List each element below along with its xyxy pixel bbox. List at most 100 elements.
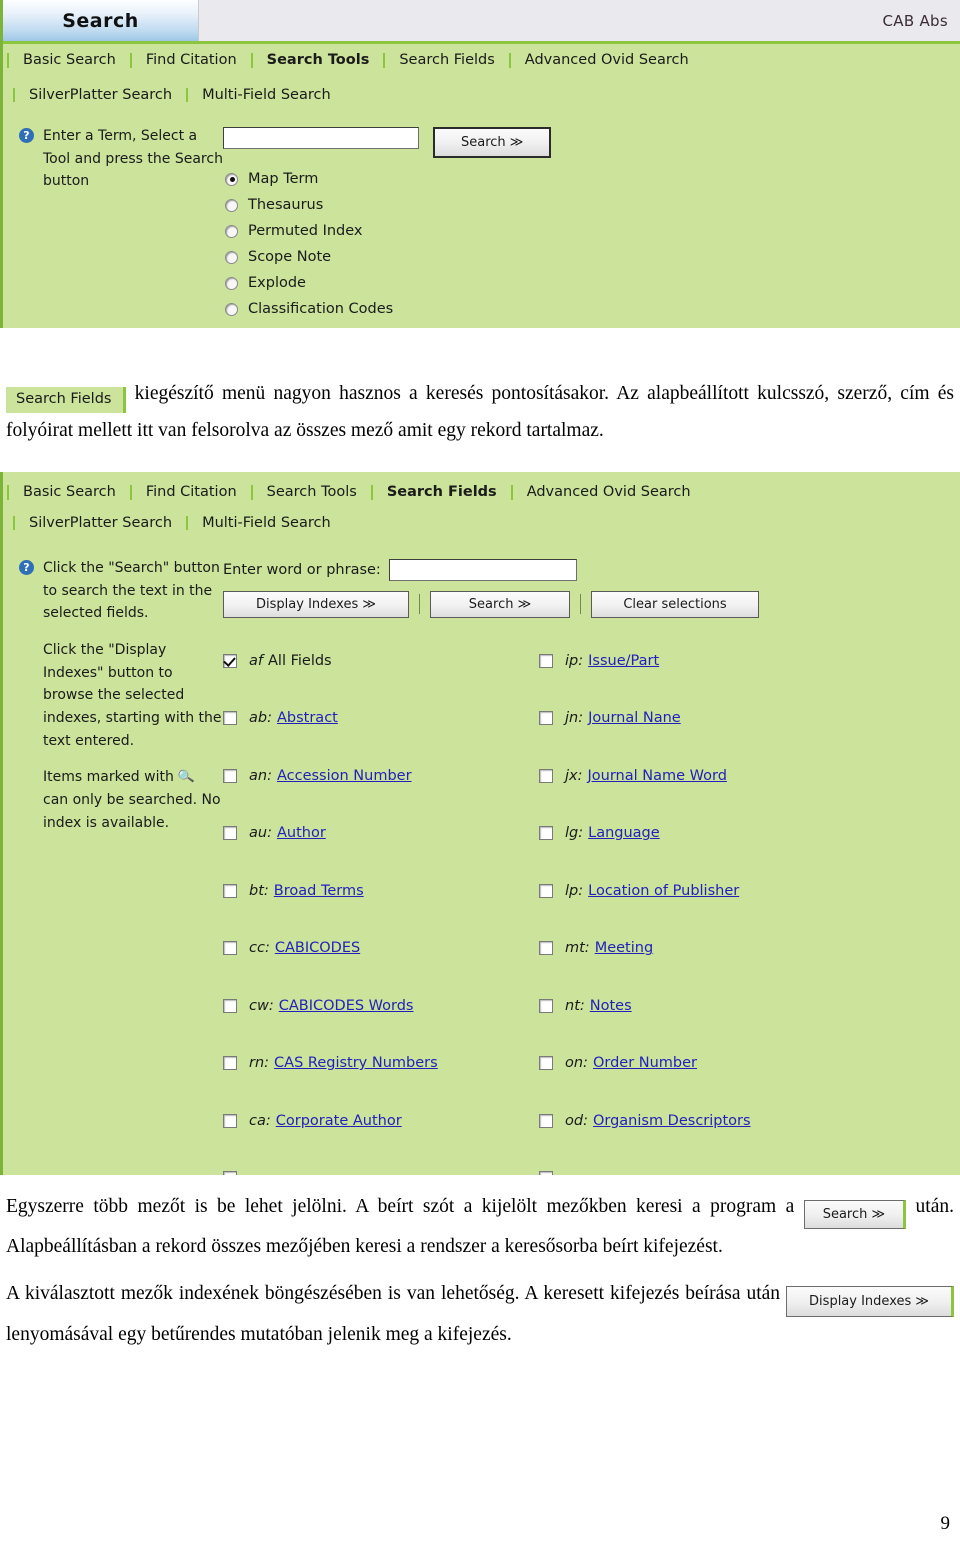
field-link-notes[interactable]: Notes bbox=[590, 998, 632, 1014]
field-link-cabicodes-words[interactable]: CABICODES Words bbox=[279, 998, 414, 1014]
checkbox-au[interactable] bbox=[223, 826, 237, 841]
checkbox-clipped-left[interactable] bbox=[223, 1171, 237, 1175]
s1-tab-multi-field-search[interactable]: Multi-Field Search bbox=[188, 88, 345, 103]
field-row-clipped-right[interactable] bbox=[539, 1149, 960, 1175]
checkbox-od[interactable] bbox=[539, 1113, 553, 1128]
s2-help-p3-after: can only be searched. No index is availa… bbox=[43, 792, 221, 831]
s2-search-button[interactable]: Search ≫ bbox=[430, 590, 570, 618]
s1-help-text-block: ? Enter a Term, Select a Tool and press … bbox=[15, 125, 223, 322]
field-link-cabicodes[interactable]: CABICODES bbox=[275, 940, 360, 956]
field-row-af[interactable]: af All Fields bbox=[223, 632, 539, 690]
window-tab-search[interactable]: Search bbox=[3, 0, 199, 41]
field-row-ca[interactable]: ca: Corporate Author bbox=[223, 1092, 539, 1150]
field-link-cas-registry-numbers[interactable]: CAS Registry Numbers bbox=[274, 1055, 438, 1071]
radio-indicator-on[interactable] bbox=[225, 172, 238, 186]
radio-indicator-off[interactable] bbox=[225, 224, 238, 238]
checkbox-jx[interactable] bbox=[539, 768, 553, 783]
field-row-an[interactable]: an: Accession Number bbox=[223, 747, 539, 805]
s2-tab-advanced-ovid-search[interactable]: Advanced Ovid Search bbox=[513, 485, 705, 500]
field-row-jn[interactable]: jn: Journal Nane bbox=[539, 689, 960, 747]
field-row-ip[interactable]: ip: Issue/Part bbox=[539, 632, 960, 690]
s2-help-paragraph-3: Items marked with 🔍 can only be searched… bbox=[43, 766, 223, 834]
field-link-location-of-publisher[interactable]: Location of Publisher bbox=[588, 883, 739, 899]
inline-button-search: Search ≫ bbox=[803, 1199, 907, 1229]
s1-tab-search-fields[interactable]: Search Fields bbox=[385, 53, 511, 68]
field-row-lg[interactable]: lg: Language bbox=[539, 804, 960, 862]
s2-tab-silverplatter-search[interactable]: SilverPlatter Search bbox=[13, 516, 189, 531]
field-row-on[interactable]: on: Order Number bbox=[539, 1034, 960, 1092]
checkbox-jn[interactable] bbox=[539, 711, 553, 726]
field-row-od[interactable]: od: Organism Descriptors bbox=[539, 1092, 960, 1150]
checkbox-cc[interactable] bbox=[223, 941, 237, 956]
field-link-issue-part[interactable]: Issue/Part bbox=[588, 653, 659, 669]
question-mark-icon[interactable]: ? bbox=[19, 128, 34, 143]
radio-indicator-off[interactable] bbox=[225, 198, 238, 212]
s1-help-paragraph: Enter a Term, Select a Tool and press th… bbox=[43, 128, 223, 190]
checkbox-ip[interactable] bbox=[539, 653, 553, 668]
s1-tab-search-tools[interactable]: Search Tools bbox=[253, 53, 386, 68]
s1-tool-radio-group: Map Term Thesaurus Permuted Index Scope … bbox=[223, 166, 551, 322]
s2-tab-basic-search[interactable]: Basic Search bbox=[7, 485, 132, 500]
field-link-broad-terms[interactable]: Broad Terms bbox=[274, 883, 364, 899]
field-row-cw[interactable]: cw: CABICODES Words bbox=[223, 977, 539, 1035]
field-row-jx[interactable]: jx: Journal Name Word bbox=[539, 747, 960, 805]
field-link-language[interactable]: Language bbox=[588, 825, 660, 841]
checkbox-clipped-right[interactable] bbox=[539, 1171, 553, 1175]
checkbox-ca[interactable] bbox=[223, 1113, 237, 1128]
field-link-abstract[interactable]: Abstract bbox=[277, 710, 338, 726]
s2-word-input[interactable] bbox=[388, 558, 577, 581]
field-link-corporate-author[interactable]: Corporate Author bbox=[276, 1113, 402, 1129]
checkbox-af[interactable] bbox=[223, 653, 237, 668]
s2-tab-multi-field-search[interactable]: Multi-Field Search bbox=[188, 516, 345, 531]
field-row-nt[interactable]: nt: Notes bbox=[539, 977, 960, 1035]
checkbox-on[interactable] bbox=[539, 1056, 553, 1071]
field-link-organism-descriptors[interactable]: Organism Descriptors bbox=[593, 1113, 751, 1129]
checkbox-nt[interactable] bbox=[539, 998, 553, 1013]
field-row-ab[interactable]: ab: Abstract bbox=[223, 689, 539, 747]
field-link-order-number[interactable]: Order Number bbox=[593, 1055, 697, 1071]
s1-term-input[interactable] bbox=[223, 127, 419, 149]
field-row-au[interactable]: au: Author bbox=[223, 804, 539, 862]
field-link-journal-name[interactable]: Journal Nane bbox=[588, 710, 681, 726]
checkbox-bt[interactable] bbox=[223, 883, 237, 898]
field-link-accession-number[interactable]: Accession Number bbox=[277, 768, 412, 784]
radio-indicator-off[interactable] bbox=[225, 302, 238, 316]
s1-search-button[interactable]: Search ≫ bbox=[433, 127, 552, 158]
s1-radio-map-term[interactable]: Map Term bbox=[223, 166, 551, 192]
checkbox-mt[interactable] bbox=[539, 941, 553, 956]
field-row-cc[interactable]: cc: CABICODES bbox=[223, 919, 539, 977]
s1-tab-basic-search[interactable]: Basic Search bbox=[7, 53, 132, 68]
checkbox-lp[interactable] bbox=[539, 883, 553, 898]
field-link-meeting[interactable]: Meeting bbox=[595, 940, 653, 956]
checkbox-ab[interactable] bbox=[223, 711, 237, 726]
s1-tab-find-citation[interactable]: Find Citation bbox=[132, 53, 253, 68]
s2-tab-search-tools[interactable]: Search Tools bbox=[253, 485, 373, 500]
s2-clear-selections-button[interactable]: Clear selections bbox=[591, 590, 759, 618]
checkbox-rn[interactable] bbox=[223, 1056, 237, 1071]
field-link-author[interactable]: Author bbox=[277, 825, 326, 841]
checkbox-an[interactable] bbox=[223, 768, 237, 783]
s1-radio-explode[interactable]: Explode bbox=[223, 270, 551, 296]
field-row-mt[interactable]: mt: Meeting bbox=[539, 919, 960, 977]
page-number: 9 bbox=[940, 1513, 951, 1534]
field-row-clipped-left[interactable] bbox=[223, 1149, 539, 1175]
s1-radio-scope-note[interactable]: Scope Note bbox=[223, 244, 551, 270]
s2-tab-search-fields[interactable]: Search Fields bbox=[373, 485, 513, 500]
field-row-rn[interactable]: rn: CAS Registry Numbers bbox=[223, 1034, 539, 1092]
s1-tab-advanced-ovid-search[interactable]: Advanced Ovid Search bbox=[511, 53, 703, 68]
s1-radio-permuted-index[interactable]: Permuted Index bbox=[223, 218, 551, 244]
s2-display-indexes-button[interactable]: Display Indexes ≫ bbox=[223, 590, 409, 618]
s1-radio-classification-codes[interactable]: Classification Codes bbox=[223, 296, 551, 322]
radio-indicator-off[interactable] bbox=[225, 250, 238, 264]
field-row-lp[interactable]: lp: Location of Publisher bbox=[539, 862, 960, 920]
field-row-bt[interactable]: bt: Broad Terms bbox=[223, 862, 539, 920]
s1-radio-thesaurus[interactable]: Thesaurus bbox=[223, 192, 551, 218]
radio-indicator-off[interactable] bbox=[225, 276, 238, 290]
checkbox-lg[interactable] bbox=[539, 826, 553, 841]
checkbox-cw[interactable] bbox=[223, 998, 237, 1013]
question-mark-icon[interactable]: ? bbox=[19, 559, 34, 575]
field-link-all-fields[interactable]: All Fields bbox=[268, 653, 332, 669]
s1-tab-silverplatter-search[interactable]: SilverPlatter Search bbox=[13, 88, 189, 103]
field-link-journal-name-word[interactable]: Journal Name Word bbox=[588, 768, 727, 784]
s2-tab-find-citation[interactable]: Find Citation bbox=[132, 485, 253, 500]
